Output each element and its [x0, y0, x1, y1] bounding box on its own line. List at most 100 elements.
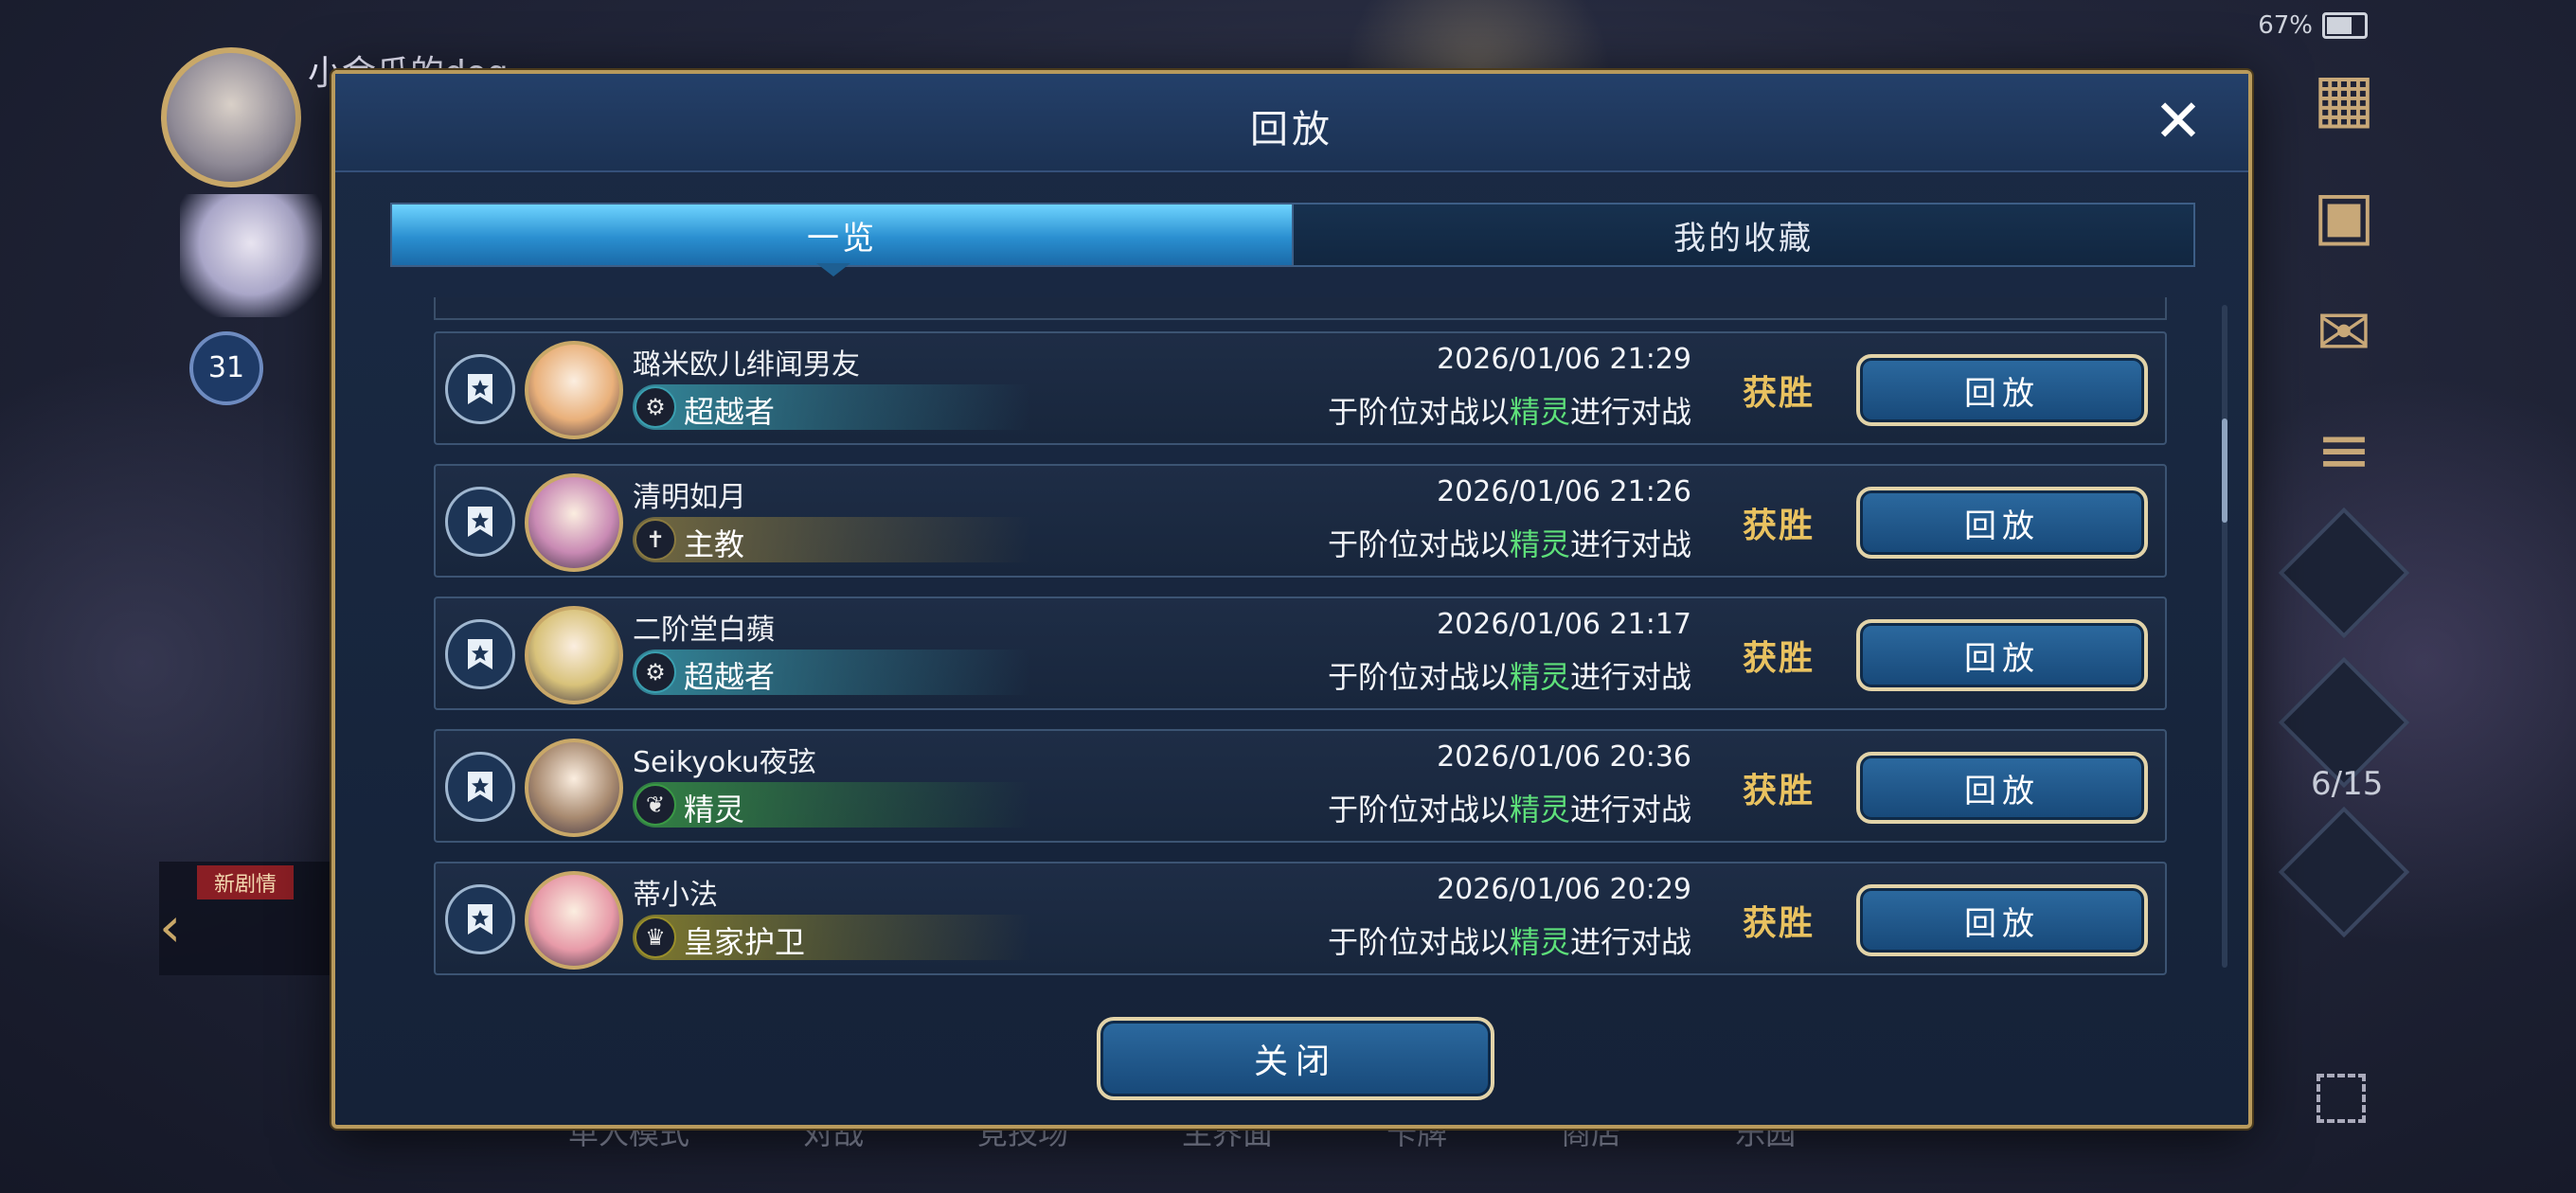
opponent-avatar[interactable]	[525, 341, 623, 439]
mission-progress: 6/15	[2311, 765, 2384, 803]
match-description: 于阶位对战以精灵进行对战	[1328, 521, 1691, 564]
match-description: 于阶位对战以精灵进行对战	[1328, 653, 1691, 697]
class-bar: ⚙ 超越者	[633, 384, 1030, 430]
crown-icon: ♛	[635, 917, 676, 958]
desc-prefix: 于阶位对战以	[1327, 659, 1510, 695]
chevron-left-icon[interactable]: ‹	[159, 895, 181, 959]
opponent-name: 蒂小法	[633, 879, 718, 912]
tab-favorites[interactable]: 我的收藏	[1292, 205, 2193, 265]
match-datetime: 2026/01/06 20:29	[1437, 873, 1691, 906]
scrollbar-thumb[interactable]	[2222, 418, 2227, 523]
match-datetime: 2026/01/06 21:29	[1437, 343, 1691, 376]
replay-button[interactable]: 回放	[1856, 487, 2148, 559]
match-result: 获胜	[1743, 772, 1816, 810]
opponent-name: Seikyoku夜弦	[633, 746, 816, 779]
class-bar: ✝ 主教	[633, 517, 1030, 562]
story-banner[interactable]: 新剧情	[159, 862, 339, 975]
favorite-button[interactable]	[445, 354, 515, 424]
replay-button[interactable]: 回放	[1856, 354, 2148, 426]
class-name: 超越者	[684, 659, 776, 695]
bookmark-star-icon	[468, 507, 492, 537]
leaf-icon: ❦	[635, 784, 676, 826]
bookmark-star-icon	[468, 772, 492, 802]
list-scrollbar[interactable]	[2222, 305, 2227, 968]
desc-suffix: 进行对战	[1569, 526, 1691, 562]
opponent-name: 璐米欧儿绯闻男友	[633, 348, 860, 382]
class-bar: ⚙ 超越者	[633, 650, 1030, 695]
desc-class-highlight: 精灵	[1509, 394, 1570, 430]
desc-class-highlight: 精灵	[1509, 924, 1570, 960]
dialog-header: 回放 ✕	[335, 74, 2248, 172]
transcendent-icon: ⚙	[635, 386, 676, 428]
tab-bar: 一览 我的收藏	[390, 203, 2195, 267]
match-datetime: 2026/01/06 21:26	[1437, 475, 1691, 508]
replay-row: 璐米欧儿绯闻男友 ⚙ 超越者 2026/01/06 21:29 于阶位对战以精灵…	[434, 331, 2167, 445]
story-banner-tag: 新剧情	[197, 865, 295, 899]
desc-prefix: 于阶位对战以	[1327, 792, 1510, 828]
desc-class-highlight: 精灵	[1509, 659, 1570, 695]
player-avatar[interactable]	[161, 47, 301, 187]
match-description: 于阶位对战以精灵进行对战	[1328, 388, 1691, 432]
opponent-avatar[interactable]	[525, 871, 623, 970]
battery-icon	[2322, 12, 2368, 39]
level-badge: 31	[189, 331, 263, 405]
desc-suffix: 进行对战	[1569, 792, 1691, 828]
opponent-name: 清明如月	[633, 481, 746, 514]
match-datetime: 2026/01/06 20:36	[1437, 740, 1691, 774]
close-button[interactable]: 关闭	[1097, 1017, 1494, 1100]
right-sidebar: ▦ ▣ ✉ ≡	[2278, 57, 2410, 975]
opponent-avatar[interactable]	[525, 606, 623, 704]
desc-class-highlight: 精灵	[1509, 526, 1570, 562]
replay-row: Seikyoku夜弦 ❦ 精灵 2026/01/06 20:36 于阶位对战以精…	[434, 729, 2167, 843]
opponent-avatar[interactable]	[525, 739, 623, 837]
desc-prefix: 于阶位对战以	[1327, 924, 1510, 960]
transcendent-icon: ⚙	[635, 651, 676, 693]
match-result: 获胜	[1743, 639, 1816, 678]
class-name: 主教	[684, 526, 745, 562]
match-result: 获胜	[1743, 374, 1816, 413]
replay-button[interactable]: 回放	[1856, 884, 2148, 956]
match-description: 于阶位对战以精灵进行对战	[1328, 918, 1691, 962]
status-bar: 67%	[2258, 11, 2368, 40]
gallery-edit-icon[interactable]: ▣	[2303, 174, 2385, 256]
desc-prefix: 于阶位对战以	[1327, 526, 1510, 562]
desc-suffix: 进行对战	[1569, 659, 1691, 695]
mission-check-icon[interactable]	[2278, 507, 2410, 639]
match-result: 获胜	[1743, 507, 1816, 545]
replay-button[interactable]: 回放	[1856, 752, 2148, 824]
replay-row: 蒂小法 ♛ 皇家护卫 2026/01/06 20:29 于阶位对战以精灵进行对战…	[434, 862, 2167, 975]
opponent-name: 二阶堂白蘋	[633, 614, 775, 647]
grid-menu-icon[interactable]: ▦	[2303, 57, 2385, 138]
bookmark-star-icon	[468, 904, 492, 935]
class-name: 皇家护卫	[684, 924, 806, 960]
class-name: 精灵	[684, 792, 745, 828]
tab-overview[interactable]: 一览	[392, 205, 1292, 265]
mission-check-icon-2[interactable]	[2278, 806, 2410, 938]
class-bar: ❦ 精灵	[633, 782, 1030, 828]
match-datetime: 2026/01/06 21:17	[1437, 608, 1691, 641]
class-name: 超越者	[684, 394, 776, 430]
desc-suffix: 进行对战	[1569, 394, 1691, 430]
scroll-icon[interactable]: ≡	[2303, 409, 2385, 490]
desc-prefix: 于阶位对战以	[1327, 394, 1510, 430]
tab-pointer-icon	[816, 263, 850, 276]
gift-icon[interactable]: ✉	[2303, 292, 2385, 373]
fullscreen-icon[interactable]	[2317, 1074, 2366, 1123]
desc-class-highlight: 精灵	[1509, 792, 1570, 828]
leader-portrait[interactable]	[180, 194, 322, 317]
favorite-button[interactable]	[445, 752, 515, 822]
favorite-button[interactable]	[445, 619, 515, 689]
replay-list[interactable]: 璐米欧儿绯闻男友 ⚙ 超越者 2026/01/06 21:29 于阶位对战以精灵…	[434, 297, 2167, 1042]
match-description: 于阶位对战以精灵进行对战	[1328, 786, 1691, 829]
favorite-button[interactable]	[445, 884, 515, 954]
bishop-icon: ✝	[635, 519, 676, 561]
bookmark-star-icon	[468, 639, 492, 669]
replay-button[interactable]: 回放	[1856, 619, 2148, 691]
dialog-title: 回放	[1250, 108, 1333, 151]
replay-row: 清明如月 ✝ 主教 2026/01/06 21:26 于阶位对战以精灵进行对战 …	[434, 464, 2167, 578]
close-icon[interactable]: ✕	[2150, 92, 2207, 151]
match-result: 获胜	[1743, 904, 1816, 943]
replay-dialog: 回放 ✕ 一览 我的收藏 璐米欧儿绯闻男友 ⚙ 超越者 2026/01/06 2…	[331, 70, 2252, 1129]
opponent-avatar[interactable]	[525, 473, 623, 572]
favorite-button[interactable]	[445, 487, 515, 557]
